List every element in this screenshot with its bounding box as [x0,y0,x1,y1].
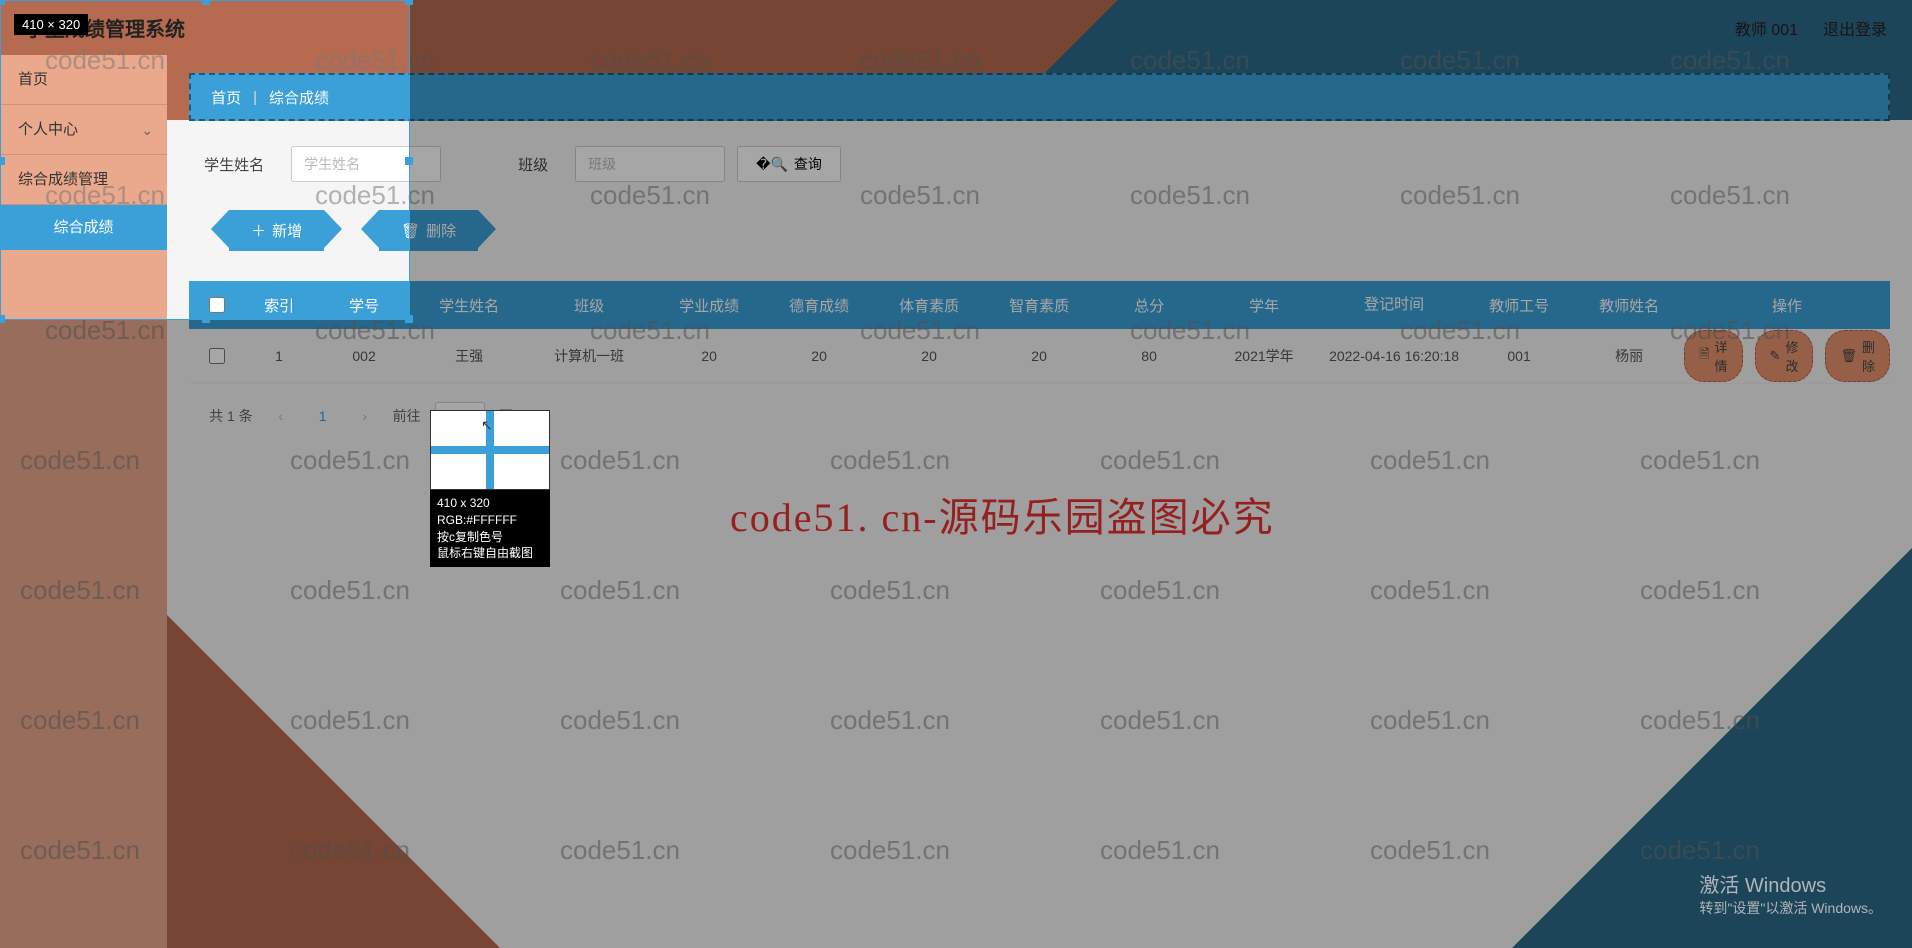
row-checkbox[interactable] [209,348,225,364]
th-time: 登记时间 [1324,295,1464,315]
table-header: 索引 学号 学生姓名 班级 学业成绩 德育成绩 体育素质 智育素质 总分 学年 … [189,281,1890,329]
search-icon: �🔍 [756,156,788,173]
main-content: 首页 | 综合成绩 学生姓名 班级 �🔍 查询 ＋ 新增 🗑 删除 [167,55,1912,948]
select-all-checkbox[interactable] [209,297,225,313]
breadcrumb: 首页 | 综合成绩 [189,73,1890,121]
magnifier-lens: ↖ [430,410,550,490]
th-ops: 操作 [1684,295,1890,316]
search-class-input[interactable] [575,146,725,182]
th-intel: 智育素质 [984,295,1094,316]
doc-icon: 🗎 [1699,345,1709,367]
header-bar: 学生成绩管理系统 教师 001 退出登录 [0,0,1912,55]
sidebar-sub-grades[interactable]: 综合成绩 [0,205,167,250]
data-table: 索引 学号 学生姓名 班级 学业成绩 德育成绩 体育素质 智育素质 总分 学年 … [189,281,1890,384]
trash-icon: 🗑 [401,222,420,240]
sidebar-item-home[interactable]: 首页 [0,55,167,105]
th-year: 学年 [1204,295,1324,316]
sidebar-item-grade-mgmt[interactable]: 综合成绩管理 [0,155,167,205]
th-moral: 德育成绩 [764,295,874,316]
row-delete-button[interactable]: 🗑删除 [1825,330,1890,382]
row-detail-button[interactable]: 🗎详情 [1684,330,1742,382]
search-name-label: 学生姓名 [189,154,279,175]
th-tname: 教师姓名 [1574,295,1684,316]
pager-next[interactable]: › [351,402,379,430]
selection-dimensions: 410 × 320 [14,14,88,35]
th-name: 学生姓名 [414,295,524,316]
crumb-current: 综合成绩 [269,87,329,108]
magnifier-info: 410 x 320 RGB:#FFFFFF 按c复制色号 鼠标右键自由截图 [430,490,550,567]
pager-total: 共 1 条 [209,406,253,426]
search-row: 学生姓名 班级 �🔍 查询 [189,146,1890,182]
th-sno: 学号 [314,295,414,316]
th-academic: 学业成绩 [654,295,764,316]
delete-button[interactable]: 🗑 删除 [379,210,478,251]
th-total: 总分 [1094,295,1204,316]
search-class-label: 班级 [503,154,563,175]
action-row: ＋ 新增 🗑 删除 [189,210,1890,251]
add-button[interactable]: ＋ 新增 [229,210,324,251]
trash-icon: 🗑 [1840,348,1857,364]
pager-prev[interactable]: ‹ [267,402,295,430]
cursor-icon: ↖ [481,417,493,434]
crumb-home[interactable]: 首页 [211,87,241,108]
sidebar: 首页 个人中心 综合成绩管理 综合成绩 [0,55,167,948]
windows-activation-notice: 激活 Windows 转到"设置"以激活 Windows。 [1699,869,1882,918]
edit-icon: ✎ [1770,348,1781,364]
row-edit-button[interactable]: ✎修改 [1755,330,1814,382]
search-name-input[interactable] [291,146,441,182]
th-tno: 教师工号 [1464,295,1574,316]
pager-page-1[interactable]: 1 [309,402,337,430]
th-class: 班级 [524,295,654,316]
sidebar-item-profile[interactable]: 个人中心 [0,105,167,155]
th-index: 索引 [244,295,314,316]
search-button[interactable]: �🔍 查询 [737,146,841,182]
th-pe: 体育素质 [874,295,984,316]
logout-button[interactable]: 退出登录 [1823,16,1887,40]
color-picker-magnifier: ↖ 410 x 320 RGB:#FFFFFF 按c复制色号 鼠标右键自由截图 [430,410,550,567]
pager-goto-label: 前往 [393,406,421,426]
user-label[interactable]: 教师 001 [1735,16,1798,40]
crumb-sep: | [253,89,257,106]
table-row: 1 002 王强 计算机一班 20 20 20 20 80 2021学年 202… [189,329,1890,384]
plus-icon: ＋ [251,220,266,241]
